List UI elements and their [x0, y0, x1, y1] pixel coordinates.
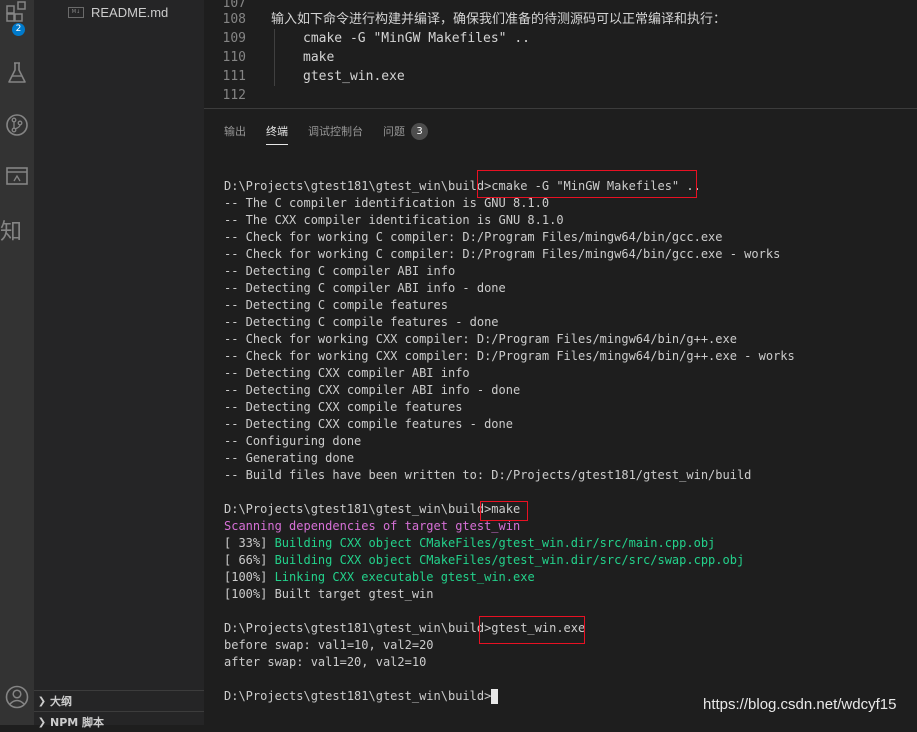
- terminal-line: D:\Projects\gtest181\gtest_win\build>cma…: [224, 179, 701, 193]
- watermark: https://blog.csdn.net/wdcyf15: [703, 696, 897, 713]
- sidebar: [34, 0, 204, 725]
- explorer-badge: 2: [12, 23, 25, 36]
- explorer-icon[interactable]: [0, 0, 34, 22]
- terminal-line: -- Detecting CXX compiler ABI info: [224, 366, 470, 380]
- panel-tabs: 输出 终端 调试控制台 问题 3: [204, 109, 917, 153]
- terminal-line: -- Configuring done: [224, 434, 362, 448]
- line-number: 110: [222, 50, 246, 65]
- terminal-cursor: [491, 689, 499, 704]
- terminal-line: -- Check for working C compiler: D:/Prog…: [224, 247, 781, 261]
- line-number: 112: [222, 88, 246, 103]
- terminal-line: [100%] Built target gtest_win: [224, 587, 434, 601]
- terminal-line-text: Linking CXX executable gtest_win.exe: [274, 570, 535, 584]
- chevron-right-icon: ❯: [37, 716, 47, 728]
- terminal-line: before swap: val1=10, val2=20: [224, 638, 434, 652]
- terminal-line: Scanning dependencies of target gtest_wi…: [224, 519, 521, 533]
- terminal-line: -- The C compiler identification is GNU …: [224, 196, 550, 210]
- tab-label: 问题: [383, 125, 405, 138]
- remote-explorer-icon[interactable]: [0, 165, 34, 187]
- tab-label: 调试控制台: [308, 125, 363, 138]
- sidebar-section-label: NPM 脚本: [50, 716, 105, 729]
- terminal-line: -- Detecting CXX compile features: [224, 400, 463, 414]
- terminal[interactable]: D:\Projects\gtest181\gtest_win\build>cma…: [204, 153, 917, 725]
- terminal-line: -- Detecting C compiler ABI info - done: [224, 281, 506, 295]
- tab-debug-console[interactable]: 调试控制台: [308, 109, 363, 153]
- tab-output[interactable]: 输出: [224, 109, 246, 153]
- terminal-line: -- Build files have been written to: D:/…: [224, 468, 752, 482]
- line-content: make: [303, 50, 335, 65]
- terminal-line-text: Building CXX object CMakeFiles/gtest_win…: [274, 553, 745, 567]
- indent-guide: [274, 67, 275, 86]
- terminal-line: -- Detecting CXX compiler ABI info - don…: [224, 383, 521, 397]
- tab-terminal[interactable]: 终端: [266, 109, 288, 153]
- tab-label: 输出: [224, 125, 246, 138]
- terminal-line: -- Check for working CXX compiler: D:/Pr…: [224, 349, 795, 363]
- file-item-readme[interactable]: M↓ README.md: [68, 2, 168, 22]
- line-content: gtest_win.exe: [303, 69, 405, 84]
- progress-percent: [100%]: [224, 570, 275, 584]
- editor-line: 111 gtest_win.exe: [204, 67, 917, 86]
- terminal-line-text: Building CXX object CMakeFiles/gtest_win…: [274, 536, 716, 550]
- editor-line: 109 cmake -G "MinGW Makefiles" ..: [204, 29, 917, 48]
- terminal-line: -- Detecting C compile features - done: [224, 315, 499, 329]
- line-number: 111: [222, 69, 246, 84]
- terminal-line: -- Check for working C compiler: D:/Prog…: [224, 230, 723, 244]
- line-content: 输入如下命令进行构建并编译，确保我们准备的待测源码可以正常编译和执行：: [271, 12, 727, 27]
- indent-guide: [274, 29, 275, 48]
- terminal-line: [ 66%] Building CXX object CMakeFiles/gt…: [224, 552, 744, 569]
- terminal-line: -- The CXX compiler identification is GN…: [224, 213, 564, 227]
- line-content: cmake -G "MinGW Makefiles" ..: [303, 31, 530, 46]
- markdown-file-icon: M↓: [68, 6, 84, 18]
- editor-line: 110 make: [204, 48, 917, 67]
- terminal-line: -- Generating done: [224, 451, 355, 465]
- progress-percent: [ 33%]: [224, 536, 275, 550]
- sidebar-section-npm-scripts[interactable]: ❯ NPM 脚本: [34, 711, 204, 732]
- terminal-line: -- Detecting C compiler ABI info: [224, 264, 456, 278]
- terminal-line: -- Detecting CXX compile features - done: [224, 417, 513, 431]
- flask-icon[interactable]: [0, 60, 34, 86]
- zhi-icon[interactable]: 知: [0, 214, 22, 246]
- terminal-line: -- Check for working CXX compiler: D:/Pr…: [224, 332, 737, 346]
- tab-problems[interactable]: 问题 3: [383, 109, 428, 153]
- file-item-label: README.md: [91, 4, 169, 20]
- editor-line: 112: [204, 86, 917, 105]
- terminal-line: D:\Projects\gtest181\gtest_win\build>gte…: [224, 621, 586, 635]
- sidebar-section-outline[interactable]: ❯ 大纲: [34, 690, 204, 711]
- account-icon[interactable]: [0, 684, 34, 710]
- problems-count-badge: 3: [411, 122, 428, 140]
- progress-percent: [ 66%]: [224, 553, 275, 567]
- tab-label: 终端: [266, 125, 288, 138]
- terminal-line: after swap: val1=20, val2=10: [224, 655, 427, 669]
- terminal-line: -- Detecting C compile features: [224, 298, 448, 312]
- sidebar-section-label: 大纲: [50, 695, 72, 708]
- indent-guide: [274, 48, 275, 67]
- terminal-line: D:\Projects\gtest181\gtest_win\build>mak…: [224, 502, 521, 516]
- terminal-line: [100%] Linking CXX executable gtest_win.…: [224, 569, 535, 586]
- terminal-line: [ 33%] Building CXX object CMakeFiles/gt…: [224, 535, 715, 552]
- editor-line: 108 输入如下命令进行构建并编译，确保我们准备的待测源码可以正常编译和执行：: [204, 10, 917, 29]
- source-control-icon[interactable]: [0, 112, 34, 138]
- editor[interactable]: 107 108 输入如下命令进行构建并编译，确保我们准备的待测源码可以正常编译和…: [204, 0, 917, 108]
- activity-bar: 2 知: [0, 0, 34, 725]
- line-number: 109: [222, 31, 246, 46]
- line-number: 108: [222, 12, 246, 27]
- terminal-line: D:\Projects\gtest181\gtest_win\build>: [224, 689, 492, 703]
- chevron-right-icon: ❯: [37, 695, 47, 707]
